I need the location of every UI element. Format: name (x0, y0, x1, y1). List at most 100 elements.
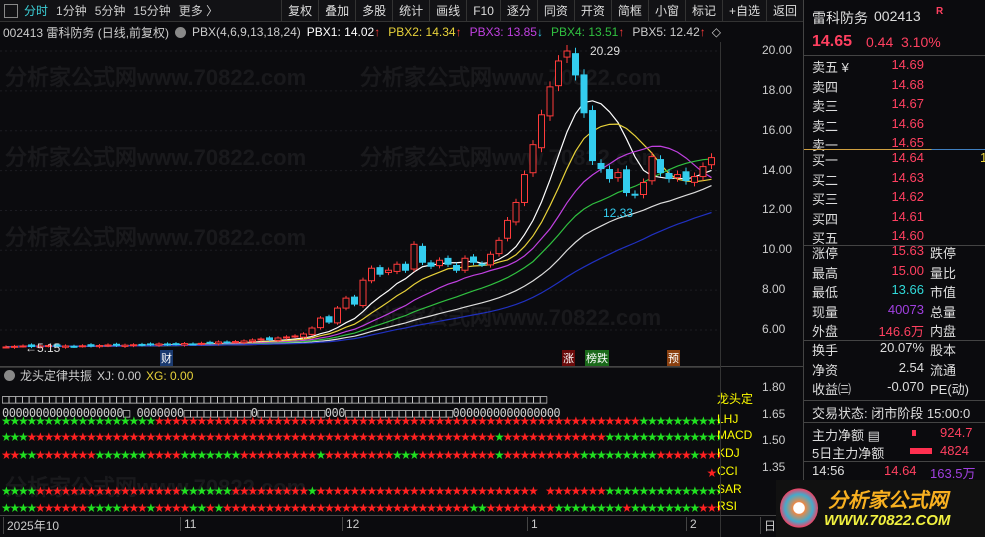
candle (198, 341, 205, 346)
ask-level-1-value: 14.65 (891, 135, 924, 150)
indicator-name[interactable]: PBX(4,6,9,13,18,24) (192, 25, 301, 39)
flow-bar (910, 448, 932, 454)
marker-yu[interactable]: 预 (667, 350, 680, 366)
candle (121, 343, 129, 348)
bid-level-4[interactable]: 买四 14.61 (812, 209, 985, 228)
stat2-row-label: 换手 (812, 343, 839, 358)
candle (172, 342, 180, 346)
stat2-row[interactable]: 净资 2.54 流通 (812, 360, 985, 379)
flower-logo-icon (780, 488, 818, 528)
stat-row-value: 40073 (887, 301, 924, 317)
marker-cai[interactable]: 财 (160, 350, 173, 366)
toolbar-button-10[interactable]: 小窗 (647, 0, 685, 21)
ask-level-2[interactable]: 卖二 14.66 (812, 116, 985, 135)
candle (351, 294, 358, 307)
stat-row[interactable]: 涨停 15.63 跌停 (812, 243, 985, 262)
stock-code: 002413 (874, 8, 921, 24)
ask-level-5[interactable]: 卖五 ¥ 14.69 (812, 57, 985, 76)
candle (385, 267, 392, 276)
toolbar-button-5[interactable]: F10 (466, 0, 500, 21)
toolbar-button-12[interactable]: +自选 (721, 0, 766, 21)
marker-zhang[interactable]: 涨 (562, 350, 575, 366)
signal-row-kdj: ★★★★★★★★★★★★★★★★★★★★★★★★★★★★★★★★★★★★★★★★… (1, 448, 720, 462)
ask-level-4[interactable]: 卖四 14.68 (812, 77, 985, 96)
stat2-row[interactable]: 换手 20.07% 股本 (812, 340, 985, 359)
stat-row-value: 13.66 (891, 282, 924, 297)
pbx-1: PBX1: 14.02↑ (307, 25, 380, 39)
axis-divider (720, 42, 721, 537)
toolbar-button-1[interactable]: 叠加 (318, 0, 355, 21)
price-tick: 12.00 (762, 202, 793, 217)
candle (538, 109, 545, 153)
toolbar-button-8[interactable]: 开资 (573, 0, 611, 21)
date-tick: 1 (527, 517, 538, 531)
price-change: 0.44 (866, 34, 894, 50)
toolbar-button-2[interactable]: 多股 (355, 0, 392, 21)
pbx-arrow-icon: ↑ (699, 25, 706, 39)
candle (291, 334, 299, 338)
stat-row-label2: 量比 (930, 265, 957, 281)
ask-level-3[interactable]: 卖三 14.67 (812, 96, 985, 115)
period-tab-15min[interactable]: 15分钟 (133, 2, 170, 19)
candle (334, 305, 341, 325)
logo-text: 分析家公式网 (828, 490, 948, 512)
toolbar-button-6[interactable]: 逐分 (499, 0, 537, 21)
panel-toggle-icon[interactable] (4, 3, 18, 18)
ask-level-4-label: 卖四 (812, 79, 839, 95)
bid-level-1[interactable]: 买一 14.64 1 (812, 150, 985, 169)
stat-row[interactable]: 最高 15.00 量比 (812, 263, 985, 282)
toolbar-button-9[interactable]: 简框 (610, 0, 648, 21)
stat-row[interactable]: 外盘 146.6万 内盘 (812, 321, 985, 340)
indicator-dropdown-icon[interactable] (175, 26, 187, 38)
indicator-tick: 1.35 (762, 459, 786, 474)
ma-line-24 (5, 211, 712, 348)
stat-row-label: 涨停 (812, 246, 839, 261)
pbx-3: PBX3: 13.85↓ (470, 25, 543, 39)
stat2-row-label: 净资 (812, 362, 839, 378)
candle (436, 257, 443, 269)
indicator-title[interactable]: 龙头定律共振 (20, 367, 92, 384)
toolbar-button-4[interactable]: 画线 (429, 0, 466, 21)
flow-label: 5日主力净额 (812, 446, 885, 461)
period-tab-1min[interactable]: 1分钟 (56, 2, 87, 19)
period-tab-fenshi[interactable]: 分时 (24, 2, 48, 19)
period-tab-5min[interactable]: 5分钟 (95, 2, 126, 19)
candle (529, 140, 537, 177)
diamond-icon[interactable]: ◇ (712, 25, 721, 39)
last-price: 14.65 (812, 33, 853, 50)
candle (444, 255, 452, 268)
pbx-5: PBX5: 12.42↑ (632, 25, 705, 39)
bid-level-1-value: 14.64 (891, 150, 924, 165)
candle (70, 344, 78, 348)
bid-level-3[interactable]: 买三 14.62 (812, 189, 985, 208)
price-tick: 18.00 (762, 82, 793, 97)
toolbar-button-7[interactable]: 同资 (536, 0, 574, 21)
period-more[interactable]: 更多 〉 (179, 2, 218, 19)
date-tick: 2 (686, 517, 697, 531)
tick-price: 14.64 (884, 463, 917, 478)
stat2-row-label: 收益㈢ (812, 382, 852, 397)
stat2-row[interactable]: 收益㈢ -0.070 PE(动) (812, 379, 985, 398)
candle (419, 243, 426, 266)
indicator-dropdown-icon[interactable] (4, 370, 15, 381)
divider (804, 422, 985, 423)
candlestick-chart[interactable]: 20.29 12.33 ←5.15 (0, 42, 800, 367)
signal-star: ★ (528, 484, 539, 498)
stat-row[interactable]: 现量 40073 总量 (812, 302, 985, 321)
toolbar-button-13[interactable]: 返回 (765, 0, 803, 21)
stat-row[interactable]: 最低 13.66 市值 (812, 282, 985, 301)
stat-row-label2: 跌停 (930, 246, 957, 261)
signal-star-rows: ★★★★★★★★★★★★★★★★★★★★★★★★★★★★★★★★★★★★★★★★… (1, 414, 720, 515)
toolbar-buttons: 复权 叠加 多股 统计 画线 F10 逐分 同资 开资 简框 小窗 标记 +自选 返回 (281, 0, 803, 21)
candle (189, 342, 197, 346)
bid-level-4-value: 14.61 (891, 208, 924, 224)
toolbar-button-11[interactable]: 标记 (684, 0, 722, 21)
candle (410, 241, 418, 272)
toolbar-button-3[interactable]: 统计 (392, 0, 429, 21)
candle (325, 314, 333, 324)
bid-level-3-value: 14.62 (891, 189, 924, 204)
bid-level-2[interactable]: 买二 14.63 (812, 170, 985, 189)
signal-row-rsi: ★★★★★★★★★★★★★★★★★★★★★★★★★★★★★★★★★★★★★★★★… (1, 501, 720, 515)
toolbar-button-0[interactable]: 复权 (281, 0, 318, 21)
marker-bangdie[interactable]: 榜跌 (585, 350, 609, 366)
